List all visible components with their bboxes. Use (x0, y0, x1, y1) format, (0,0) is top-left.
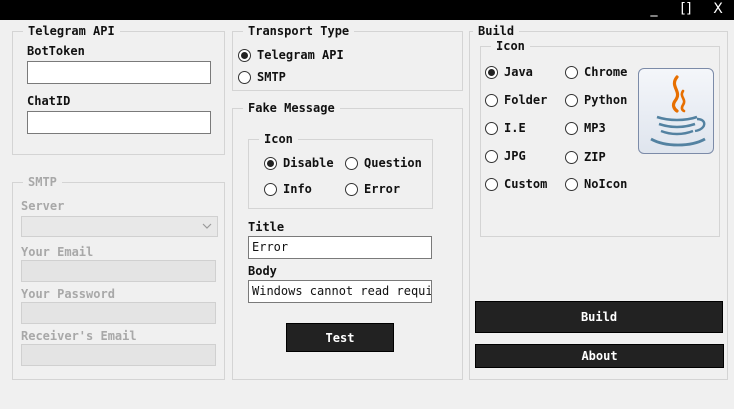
your-email-label: Your Email (21, 245, 94, 259)
server-label: Server (21, 199, 65, 213)
fake-message-icon-group-title: Icon (259, 131, 298, 147)
radio-checked-icon (238, 48, 251, 62)
bot-token-label: BotToken (27, 44, 85, 58)
build-icon-zip-radio[interactable]: ZIP (565, 150, 606, 164)
build-icon-ie-radio[interactable]: I.E (485, 121, 526, 135)
radio-unchecked-icon (565, 93, 578, 107)
icon-disable-radio[interactable]: Disable (264, 156, 334, 170)
radio-unchecked-icon (565, 177, 578, 191)
transport-telegram-radio[interactable]: Telegram API (238, 48, 344, 62)
build-icon-java-radio[interactable]: Java (485, 65, 533, 79)
receiver-email-input[interactable] (21, 344, 216, 366)
java-preview-icon (638, 68, 714, 154)
transport-smtp-label: SMTP (257, 70, 286, 84)
icon-error-label: Error (364, 182, 401, 196)
message-body-label: Body (248, 264, 277, 278)
about-button[interactable]: About (475, 344, 724, 368)
fake-message-group: Fake Message Icon Disable Question Info … (232, 100, 463, 380)
build-icon-java-label: Java (504, 65, 533, 79)
radio-unchecked-icon (238, 70, 251, 84)
build-icon-zip-label: ZIP (584, 150, 606, 164)
icon-question-radio[interactable]: Question (345, 156, 422, 170)
transport-smtp-radio[interactable]: SMTP (238, 70, 286, 84)
message-title-input[interactable]: Error (248, 236, 432, 259)
telegram-api-group-title: Telegram API (23, 23, 120, 39)
build-icon-group-title: Icon (491, 38, 530, 54)
your-password-label: Your Password (21, 287, 115, 301)
smtp-group: SMTP Server Your Email Your Password Rec… (12, 174, 225, 380)
java-cup-icon (650, 75, 706, 147)
message-title-label: Title (248, 220, 285, 234)
radio-unchecked-icon (485, 121, 498, 135)
server-select[interactable] (21, 216, 218, 237)
maximize-button[interactable]: [] (673, 0, 699, 20)
icon-question-label: Question (364, 156, 422, 170)
close-button[interactable]: X (705, 0, 731, 20)
build-icon-python-label: Python (584, 93, 628, 107)
radio-unchecked-icon (345, 182, 358, 196)
build-icon-jpg-label: JPG (504, 149, 526, 163)
icon-info-radio[interactable]: Info (264, 182, 312, 196)
build-icon-chrome-radio[interactable]: Chrome (565, 65, 627, 79)
chevron-down-icon (202, 223, 212, 229)
build-icon-group: Icon Java Chrome Folder Python I.E MP3 J… (480, 38, 720, 237)
chat-id-label: ChatID (27, 94, 71, 108)
build-icon-ie-label: I.E (504, 121, 526, 135)
your-password-input[interactable] (21, 302, 216, 324)
receiver-email-label: Receiver's Email (21, 329, 137, 343)
build-icon-noicon-radio[interactable]: NoIcon (565, 177, 627, 191)
window-titlebar: _ [] X (0, 0, 734, 20)
build-icon-mp3-label: MP3 (584, 121, 606, 135)
icon-disable-label: Disable (283, 156, 334, 170)
build-icon-noicon-label: NoIcon (584, 177, 628, 191)
radio-unchecked-icon (565, 121, 578, 135)
fake-message-group-title: Fake Message (243, 100, 340, 116)
build-icon-folder-radio[interactable]: Folder (485, 93, 547, 107)
build-icon-custom-radio[interactable]: Custom (485, 177, 547, 191)
radio-checked-icon (485, 65, 498, 79)
radio-unchecked-icon (485, 93, 498, 107)
bot-token-input[interactable] (27, 61, 211, 84)
build-group-title: Build (473, 23, 520, 39)
build-button[interactable]: Build (475, 301, 723, 333)
radio-checked-icon (264, 156, 277, 170)
transport-type-group: Transport Type Telegram API SMTP (232, 23, 463, 91)
radio-unchecked-icon (485, 149, 498, 163)
build-icon-custom-label: Custom (504, 177, 548, 191)
build-icon-folder-label: Folder (504, 93, 548, 107)
your-email-input[interactable] (21, 260, 216, 282)
build-icon-jpg-radio[interactable]: JPG (485, 149, 526, 163)
build-icon-python-radio[interactable]: Python (565, 93, 627, 107)
radio-unchecked-icon (264, 182, 277, 196)
transport-type-group-title: Transport Type (243, 23, 355, 39)
build-icon-mp3-radio[interactable]: MP3 (565, 121, 606, 135)
build-group: Build Icon Java Chrome Folder Python I.E… (469, 23, 728, 380)
radio-unchecked-icon (565, 150, 578, 164)
chat-id-input[interactable] (27, 111, 211, 134)
minimize-button[interactable]: _ (641, 0, 667, 20)
radio-unchecked-icon (345, 156, 358, 170)
build-icon-chrome-label: Chrome (584, 65, 628, 79)
icon-info-label: Info (283, 182, 312, 196)
fake-message-icon-group: Icon Disable Question Info Error (248, 131, 433, 209)
radio-unchecked-icon (485, 177, 498, 191)
radio-unchecked-icon (565, 65, 578, 79)
transport-telegram-label: Telegram API (257, 48, 344, 62)
test-button[interactable]: Test (286, 323, 394, 352)
telegram-api-group: Telegram API BotToken ChatID (12, 23, 225, 155)
icon-error-radio[interactable]: Error (345, 182, 400, 196)
smtp-group-title: SMTP (23, 174, 62, 190)
message-body-input[interactable]: Windows cannot read required (248, 280, 432, 303)
